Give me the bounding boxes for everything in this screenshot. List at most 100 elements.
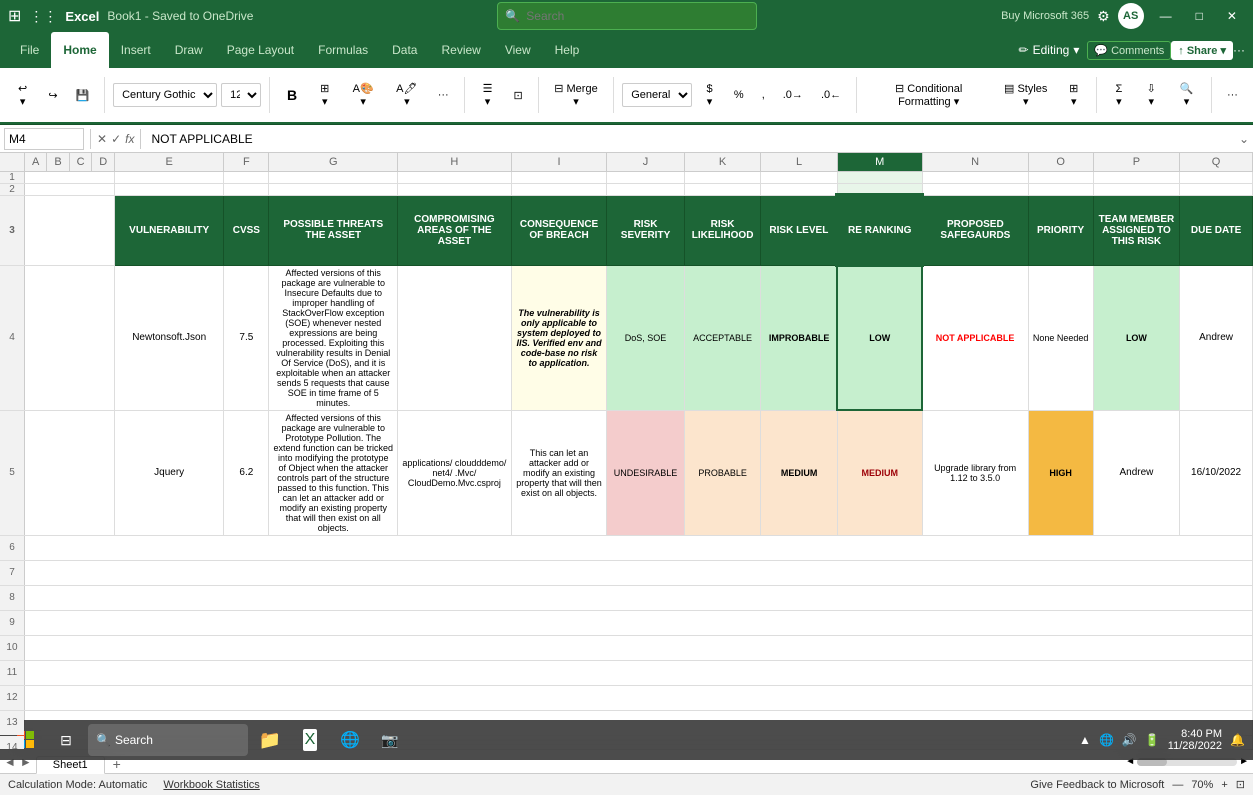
user-avatar[interactable]: AS: [1118, 3, 1144, 29]
tab-home[interactable]: Home: [51, 32, 108, 68]
sum-button[interactable]: Σ ▾: [1105, 80, 1132, 111]
col-header-p[interactable]: P: [1093, 153, 1179, 171]
col-header-a[interactable]: A: [24, 153, 46, 171]
tab-file[interactable]: File: [8, 32, 51, 68]
cell-team-1[interactable]: LOW: [1093, 265, 1179, 410]
cell-p2[interactable]: [1093, 183, 1179, 195]
cell-i2[interactable]: [511, 183, 607, 195]
cell-severity-2[interactable]: UNDESIRABLE: [607, 410, 684, 535]
find-button[interactable]: 🔍 ▾: [1170, 79, 1203, 111]
windows-icon[interactable]: ⊞: [8, 6, 21, 26]
col-header-l[interactable]: L: [761, 153, 837, 171]
col-header-m[interactable]: M: [837, 153, 922, 171]
save-button[interactable]: 💾: [69, 86, 97, 105]
format-more-button[interactable]: ⊞ ▾: [310, 79, 339, 111]
empty-row-9[interactable]: [24, 610, 1252, 635]
taskbar-camera[interactable]: 📷: [372, 722, 408, 758]
formula-input[interactable]: [147, 130, 1234, 148]
redo-button[interactable]: ↪: [41, 86, 64, 105]
cell-consequence-1[interactable]: The vulnerability is only applicable to …: [511, 265, 607, 410]
cell-f1[interactable]: [224, 171, 269, 183]
cell-team-2[interactable]: Andrew: [1093, 410, 1179, 535]
cell-vulnerability-2[interactable]: Jquery: [115, 410, 224, 535]
maximize-btn[interactable]: □: [1188, 5, 1211, 27]
volume-icon[interactable]: 🔊: [1122, 733, 1137, 747]
cell-a2[interactable]: [24, 183, 114, 195]
cell-due-1[interactable]: Andrew: [1180, 265, 1253, 410]
comments-button[interactable]: 💬 Comments: [1087, 41, 1171, 60]
confirm-icon[interactable]: ✓: [111, 132, 121, 146]
tab-review[interactable]: Review: [429, 32, 492, 68]
minimize-btn[interactable]: —: [1152, 5, 1180, 27]
merge-button[interactable]: ⊟ Merge ▾: [547, 79, 606, 111]
clock[interactable]: 8:40 PM 11/28/2022: [1168, 728, 1222, 752]
comma-button[interactable]: ,: [755, 86, 772, 104]
decimal-decrease-button[interactable]: .0←: [814, 86, 848, 104]
currency-button[interactable]: $ ▾: [696, 80, 723, 111]
cell-m1[interactable]: [837, 171, 922, 183]
ribbon-more-button[interactable]: ···: [1220, 86, 1245, 104]
editing-badge[interactable]: ✏ Editing ▾: [1011, 41, 1088, 59]
cell-likelihood-1[interactable]: ACCEPTABLE: [684, 265, 761, 410]
col-header-q[interactable]: Q: [1180, 153, 1253, 171]
function-icon[interactable]: fx: [125, 132, 134, 146]
cell-p1[interactable]: [1093, 171, 1179, 183]
font-family-select[interactable]: Century Gothic: [113, 83, 217, 107]
notification-icon[interactable]: 🔔: [1230, 733, 1245, 747]
wrap-button[interactable]: ⊡: [506, 86, 529, 105]
cell-e1[interactable]: [115, 171, 224, 183]
cell-e2[interactable]: [115, 183, 224, 195]
tab-data[interactable]: Data: [380, 32, 429, 68]
col-header-o[interactable]: O: [1028, 153, 1093, 171]
task-view-btn[interactable]: ⊟: [48, 722, 84, 758]
tab-view[interactable]: View: [493, 32, 543, 68]
zoom-out-btn[interactable]: —: [1172, 779, 1183, 791]
cell-level-2[interactable]: MEDIUM: [761, 410, 837, 535]
tab-help[interactable]: Help: [543, 32, 592, 68]
empty-row-11[interactable]: [24, 660, 1252, 685]
taskbar-edge[interactable]: 🌐: [332, 722, 368, 758]
cell-q2[interactable]: [1180, 183, 1253, 195]
table-button[interactable]: ⊞ ▾: [1059, 79, 1088, 111]
cell-j2[interactable]: [607, 183, 684, 195]
scroll-area[interactable]: A B C D E F G H I J K L M N O P Q: [0, 153, 1253, 749]
cell-reference-input[interactable]: [4, 128, 84, 150]
conditional-formatting-button[interactable]: ⊟ Conditional Formatting ▾: [865, 79, 992, 111]
font-size-select[interactable]: 12: [221, 83, 261, 107]
zoom-in-btn[interactable]: +: [1221, 779, 1227, 791]
expand-icon[interactable]: ⌄: [1239, 132, 1249, 146]
more-format-button[interactable]: ···: [431, 86, 456, 104]
cell-threats-2[interactable]: Affected versions of this package are vu…: [269, 410, 398, 535]
empty-row-10[interactable]: [24, 635, 1252, 660]
col-header-e[interactable]: E: [115, 153, 224, 171]
cell-priority-2[interactable]: HIGH: [1028, 410, 1093, 535]
fit-page-btn[interactable]: ⊡: [1236, 778, 1245, 791]
tab-draw[interactable]: Draw: [163, 32, 215, 68]
col-header-i[interactable]: I: [511, 153, 607, 171]
cancel-icon[interactable]: ✕: [97, 132, 107, 146]
cell-safeguards-1[interactable]: NOT APPLICABLE: [922, 265, 1028, 410]
percent-button[interactable]: %: [727, 86, 751, 104]
cell-k2[interactable]: [684, 183, 761, 195]
col-header-f[interactable]: F: [224, 153, 269, 171]
empty-row-7[interactable]: [24, 560, 1252, 585]
cell-pre-e4[interactable]: [24, 265, 114, 410]
battery-icon[interactable]: 🔋: [1145, 733, 1160, 747]
cell-pre-e5[interactable]: [24, 410, 114, 535]
feedback-link[interactable]: Give Feedback to Microsoft: [1030, 779, 1164, 791]
cell-vulnerability-1[interactable]: Newtonsoft.Json: [115, 265, 224, 410]
cell-j1[interactable]: [607, 171, 684, 183]
share-button[interactable]: ↑ Share ▾: [1171, 41, 1233, 60]
app-grid-icon[interactable]: ⋮⋮: [29, 8, 57, 25]
cell-safeguards-2[interactable]: Upgrade library from 1.12 to 3.5.0: [922, 410, 1028, 535]
cell-priority-1[interactable]: None Needed: [1028, 265, 1093, 410]
taskbar-file-explorer[interactable]: 📁: [252, 722, 288, 758]
cell-likelihood-2[interactable]: PROBABLE: [684, 410, 761, 535]
col-header-d[interactable]: D: [92, 153, 115, 171]
col-header-h[interactable]: H: [398, 153, 512, 171]
cell-reranking-1[interactable]: LOW: [837, 265, 922, 410]
cell-l1[interactable]: [761, 171, 837, 183]
cell-i1[interactable]: [511, 171, 607, 183]
undo-button[interactable]: ↩ ▾: [8, 79, 37, 111]
search-input[interactable]: [497, 2, 757, 30]
